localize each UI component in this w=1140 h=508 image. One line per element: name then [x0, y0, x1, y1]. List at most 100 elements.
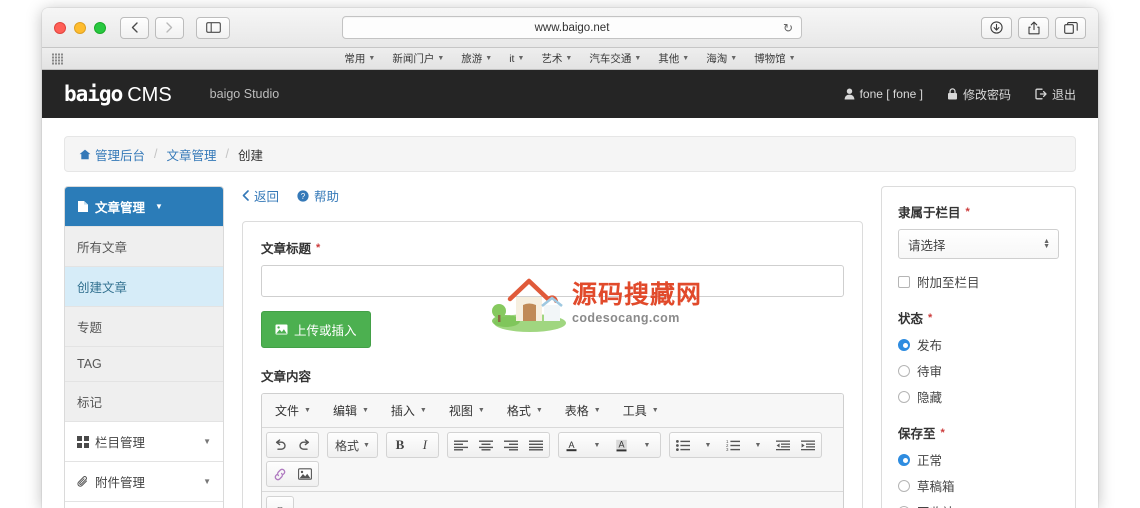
sidebar-item-call-management[interactable]: 调用管理 ▼ [65, 501, 223, 508]
downloads-button[interactable] [981, 17, 1012, 39]
url-text: www.baigo.net [535, 22, 610, 34]
save-radio-draft[interactable] [898, 480, 910, 492]
category-select[interactable]: 请选择 ▲▼ [898, 229, 1059, 259]
status-option-pending[interactable]: 待审 [898, 361, 1059, 380]
logout-link[interactable]: 退出 [1035, 86, 1076, 103]
image-icon [298, 468, 312, 480]
attach-to-category-row[interactable]: 附加至栏目 [898, 272, 1059, 291]
breadcrumb-home[interactable]: 管理后台 [79, 145, 145, 164]
sidebar-item-mark[interactable]: 标记 [65, 381, 223, 421]
forward-button[interactable] [155, 17, 184, 39]
sidebar-item-topic[interactable]: 专题 [65, 306, 223, 346]
sidebar-item-article-management[interactable]: 文章管理 ▼ [65, 187, 223, 226]
insert-group [266, 461, 319, 487]
menu-label: 工具 [623, 402, 647, 419]
logout-label: 退出 [1052, 86, 1076, 103]
background-color-dropdown[interactable]: ▼ [635, 434, 659, 456]
back-button[interactable] [120, 17, 149, 39]
maximize-window-button[interactable] [94, 22, 106, 34]
chevron-down-icon: ▼ [789, 55, 796, 62]
editor-menu-file[interactable]: 文件▼ [266, 399, 320, 422]
minimize-window-button[interactable] [74, 22, 86, 34]
sidebar-group-label: 栏目管理 [95, 432, 145, 451]
breadcrumb-section[interactable]: 文章管理 [167, 145, 217, 164]
bookmark-folder-8[interactable]: 博物馆▼ [754, 51, 795, 66]
bookmark-folder-5[interactable]: 汽车交通▼ [589, 51, 641, 66]
status-option-publish[interactable]: 发布 [898, 335, 1059, 354]
tabs-overview-button[interactable] [1055, 17, 1086, 39]
editor-menu-tools[interactable]: 工具▼ [614, 399, 668, 422]
editor-menu-insert[interactable]: 插入▼ [382, 399, 436, 422]
sidebar-item-attachment-management[interactable]: 附件管理 ▼ [65, 461, 223, 501]
numbered-list-button[interactable]: 123 [721, 434, 745, 456]
sidebar-item-tag[interactable]: TAG [65, 346, 223, 381]
back-link[interactable]: 返回 [242, 186, 279, 205]
sidebar-item-create-article[interactable]: 创建文章 [65, 266, 223, 306]
editor-menu-table[interactable]: 表格▼ [556, 399, 610, 422]
align-left-button[interactable] [449, 434, 473, 456]
indent-button[interactable] [796, 434, 820, 456]
save-radio-normal[interactable] [898, 454, 910, 466]
user-menu[interactable]: fone [ fone ] [844, 87, 923, 101]
attach-checkbox-label: 附加至栏目 [917, 272, 980, 291]
text-color-dropdown[interactable]: ▼ [585, 434, 609, 456]
sidebar-box: 文章管理 ▼ 所有文章 创建文章 专题 TAG [64, 186, 224, 508]
align-justify-button[interactable] [524, 434, 548, 456]
background-color-button[interactable]: A [610, 434, 634, 456]
app-logo[interactable]: baigoCMS [64, 82, 172, 107]
share-button[interactable] [1018, 17, 1049, 39]
help-link[interactable]: ? 帮助 [297, 186, 339, 205]
attach-checkbox[interactable] [898, 276, 910, 288]
bullet-list-button[interactable] [671, 434, 695, 456]
undo-button[interactable] [268, 434, 292, 456]
editor-menu-view[interactable]: 视图▼ [440, 399, 494, 422]
sidebar-item-category-management[interactable]: 栏目管理 ▼ [65, 421, 223, 461]
reload-icon[interactable]: ↻ [783, 21, 793, 35]
bookmark-folder-1[interactable]: 新闻门户▼ [392, 51, 444, 66]
save-option-draft[interactable]: 草稿箱 [898, 476, 1059, 495]
text-color-button[interactable]: A [560, 434, 584, 456]
editor-menu-edit[interactable]: 编辑▼ [324, 399, 378, 422]
status-radio-pending[interactable] [898, 365, 910, 377]
bookmark-folder-0[interactable]: 常用▼ [344, 51, 375, 66]
bold-button[interactable]: B [388, 434, 412, 456]
sidebar-item-all-articles[interactable]: 所有文章 [65, 226, 223, 266]
numbered-list-dropdown[interactable]: ▼ [746, 434, 770, 456]
breadcrumb-separator: / [154, 147, 157, 161]
article-title-input[interactable] [261, 265, 844, 297]
upload-or-insert-button[interactable]: 上传或插入 [261, 311, 371, 348]
tabs-icon [1064, 22, 1078, 34]
bookmark-folder-7[interactable]: 海淘▼ [706, 51, 737, 66]
status-radio-publish[interactable] [898, 339, 910, 351]
align-right-button[interactable] [499, 434, 523, 456]
bookmark-folder-4[interactable]: 艺术▼ [541, 51, 572, 66]
address-bar[interactable]: www.baigo.net ↻ [342, 16, 802, 39]
article-form-panel: 文章标题 * 上传或插入 文章内容 文件▼ 编辑▼ [242, 221, 863, 508]
link-button[interactable] [268, 463, 292, 485]
format-dropdown-button[interactable]: 格式 ▼ [329, 434, 376, 456]
bullet-list-dropdown[interactable]: ▼ [696, 434, 720, 456]
sidebar-header-label: 文章管理 [95, 197, 145, 216]
bookmark-folder-2[interactable]: 旅游▼ [461, 51, 492, 66]
bookmark-folder-6[interactable]: 其他▼ [658, 51, 689, 66]
bookmarks-grid-icon[interactable] [52, 53, 63, 64]
save-option-normal[interactable]: 正常 [898, 450, 1059, 469]
status-option-hidden[interactable]: 隐藏 [898, 387, 1059, 406]
italic-button[interactable]: I [413, 434, 437, 456]
status-radio-hidden[interactable] [898, 391, 910, 403]
breadcrumb: 管理后台 / 文章管理 / 创建 [64, 136, 1076, 172]
redo-button[interactable] [293, 434, 317, 456]
close-window-button[interactable] [54, 22, 66, 34]
outdent-button[interactable] [771, 434, 795, 456]
show-sidebar-button[interactable] [196, 17, 230, 39]
save-option-recycle[interactable]: 回收站 [898, 502, 1059, 508]
align-center-button[interactable] [474, 434, 498, 456]
change-password-link[interactable]: 修改密码 [947, 86, 1011, 103]
image-icon [275, 324, 288, 335]
insert-image-button[interactable] [293, 463, 317, 485]
editor-menu-format[interactable]: 格式▼ [498, 399, 552, 422]
status-option-label: 发布 [917, 335, 942, 354]
editor-toolbar-row-1: 格式 ▼ B I [262, 428, 843, 492]
list-group: ▼ 123 ▼ [669, 432, 822, 458]
bookmark-folder-3[interactable]: it▼ [509, 53, 524, 65]
